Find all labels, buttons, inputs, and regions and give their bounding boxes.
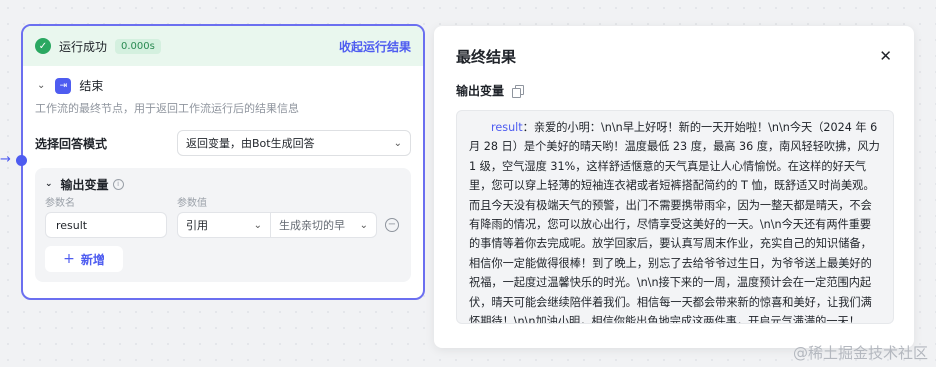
chevron-down-icon: ⌄ [253, 219, 262, 231]
add-variable-label: 新增 [80, 252, 105, 267]
output-column-headers: 参数名 参数值 [45, 194, 401, 209]
incoming-edge-arrow-icon: → [0, 152, 11, 167]
add-variable-button[interactable]: + 新增 [45, 246, 123, 272]
end-node-icon: ⇥ [55, 77, 72, 94]
copy-icon[interactable] [512, 84, 525, 98]
plus-icon: + [63, 251, 75, 267]
node-description: 工作流的最终节点，用于返回工作流运行后的结果信息 [35, 102, 299, 115]
answer-mode-select[interactable]: 返回变量，由Bot生成回答 ⌄ [177, 130, 411, 156]
run-status-bar: ✓ 运行成功 0.000s 收起运行结果 [23, 26, 423, 66]
close-icon[interactable]: ✕ [879, 47, 892, 65]
answer-mode-row: 选择回答模式 返回变量，由Bot生成回答 ⌄ [23, 130, 423, 156]
success-check-icon: ✓ [35, 38, 51, 54]
reference-value-select[interactable]: 生成亲切的早 ⌄ [271, 212, 377, 238]
run-duration-badge: 0.000s [115, 38, 161, 54]
result-panel-title: 最终结果 [456, 47, 517, 66]
node-input-port[interactable] [16, 155, 27, 166]
chevron-down-icon: ⌄ [393, 137, 402, 149]
answer-mode-value: 返回变量，由Bot生成回答 [186, 137, 315, 150]
result-output-label: 输出变量 [456, 83, 505, 98]
output-variables-panel: ⌄ 输出变量 i 参数名 参数值 result 引用 ⌄ 生成亲切的早 ⌄ − … [35, 168, 411, 282]
value-type-select[interactable]: 引用 ⌄ [177, 212, 271, 238]
node-title: 结束 [79, 79, 104, 93]
answer-mode-label: 选择回答模式 [35, 136, 108, 151]
info-icon[interactable]: i [112, 178, 124, 190]
collapse-run-result-link[interactable]: 收起运行结果 [339, 38, 411, 55]
chevron-down-icon: ⌄ [359, 219, 368, 231]
value-type-text: 引用 [186, 219, 208, 232]
chevron-down-icon[interactable]: ⌄ [37, 80, 45, 91]
column-header-name: 参数名 [45, 198, 75, 209]
result-key: result [491, 121, 523, 134]
result-output-label-row: 输出变量 [456, 82, 894, 98]
run-status-text: 运行成功 [59, 39, 108, 54]
output-variables-title: 输出变量 [60, 177, 109, 192]
reference-value-text: 生成亲切的早 [279, 219, 345, 232]
result-content: ：亲爱的小明：\n\n早上好呀！新的一天开始啦！\n\n今天（2024 年 6 … [469, 121, 880, 324]
result-output-box: result：亲爱的小明：\n\n早上好呀！新的一天开始啦！\n\n今天（202… [456, 110, 894, 324]
watermark: @稀土掘金技术社区 [792, 344, 928, 362]
column-header-value: 参数值 [177, 198, 207, 209]
final-result-panel: 最终结果 ✕ 输出变量 result：亲爱的小明：\n\n早上好呀！新的一天开始… [434, 26, 914, 348]
node-header: ⌄ ⇥ 结束 [23, 66, 423, 96]
chevron-down-icon[interactable]: ⌄ [45, 179, 53, 189]
variable-name-input[interactable]: result [45, 212, 167, 238]
output-variables-header: ⌄ 输出变量 i [45, 176, 401, 192]
remove-variable-icon[interactable]: − [385, 218, 399, 232]
end-node-card[interactable]: ✓ 运行成功 0.000s 收起运行结果 ⌄ ⇥ 结束 工作流的最终节点，用于返… [21, 24, 425, 300]
result-panel-header: 最终结果 ✕ [456, 46, 894, 66]
output-variable-row: result 引用 ⌄ 生成亲切的早 ⌄ − [45, 212, 401, 238]
